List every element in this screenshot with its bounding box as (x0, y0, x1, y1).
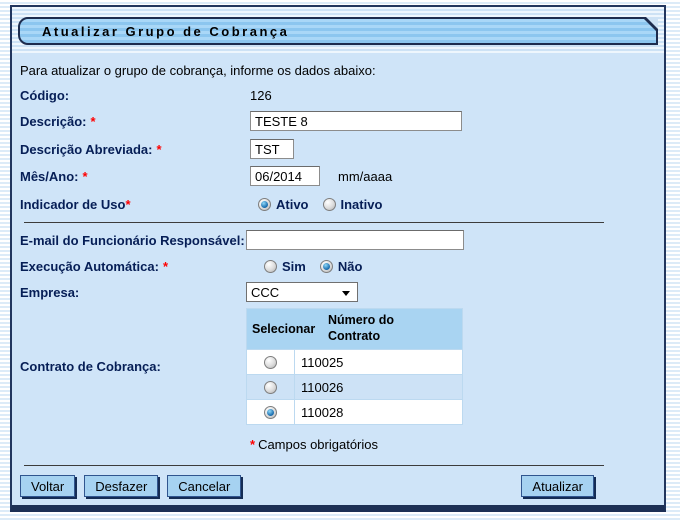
action-bar: Voltar Desfazer Cancelar Atualizar (20, 475, 656, 497)
required-asterisk: * (156, 142, 161, 157)
dropdown-arrow-icon (342, 291, 350, 296)
row-codigo: Código: 126 (20, 86, 656, 104)
execucao-automatica-radio-group: Sim Não (264, 259, 376, 274)
main-panel: Atualizar Grupo de Cobrança Para atualiz… (10, 5, 666, 512)
mes-ano-format-hint: mm/aaaa (338, 169, 392, 184)
col-header-numero-contrato: Número do Contrato (324, 311, 427, 346)
table-row: 110026 (247, 374, 462, 399)
atualizar-button[interactable]: Atualizar (521, 475, 594, 497)
radio-nao[interactable] (320, 260, 333, 273)
row-execucao-automatica: Execução Automática:* Sim Não (20, 257, 656, 275)
indicador-uso-radio-group: Ativo Inativo (258, 197, 396, 212)
row-mes-ano: Mês/Ano:* mm/aaaa (20, 166, 656, 186)
row-descricao-abreviada: Descrição Abreviada:* (20, 139, 656, 159)
contratos-table-header: Selecionar Número do Contrato (247, 309, 462, 349)
radio-contrato-110025[interactable] (264, 356, 277, 369)
required-asterisk: * (125, 197, 130, 212)
row-empresa: Empresa: CCC (20, 282, 656, 302)
empresa-selected-value: CCC (251, 285, 279, 300)
mes-ano-input[interactable] (250, 166, 320, 186)
required-asterisk: * (250, 437, 255, 452)
radio-inativo-label: Inativo (341, 197, 383, 212)
row-descricao: Descrição:* (20, 111, 656, 131)
radio-inativo[interactable] (323, 198, 336, 211)
descricao-label: Descrição:* (20, 114, 250, 129)
descricao-input[interactable] (250, 111, 462, 131)
col-header-selecionar: Selecionar (247, 320, 324, 338)
empresa-select[interactable]: CCC (246, 282, 358, 302)
form-area: Para atualizar o grupo de cobrança, info… (12, 63, 664, 466)
execucao-automatica-label: Execução Automática:* (20, 259, 250, 274)
descricao-abreviada-label: Descrição Abreviada:* (20, 142, 250, 157)
desfazer-button[interactable]: Desfazer (84, 475, 158, 497)
intro-text: Para atualizar o grupo de cobrança, info… (20, 63, 656, 78)
radio-sim[interactable] (264, 260, 277, 273)
radio-ativo-label: Ativo (276, 197, 309, 212)
header-zone: Atualizar Grupo de Cobrança (12, 7, 664, 53)
contrato-label: Contrato de Cobrança: (20, 359, 250, 374)
row-indicador-uso: Indicador de Uso* Ativo Inativo (20, 195, 656, 213)
contract-number: 110026 (295, 375, 462, 399)
contratos-table: Selecionar Número do Contrato 110025 110… (246, 308, 463, 425)
radio-contrato-110028[interactable] (264, 406, 277, 419)
required-asterisk: * (83, 169, 88, 184)
radio-ativo[interactable] (258, 198, 271, 211)
titlebar: Atualizar Grupo de Cobrança (18, 17, 658, 45)
descricao-abreviada-input[interactable] (250, 139, 294, 159)
contract-number: 110025 (295, 350, 462, 374)
empresa-label: Empresa: (20, 285, 250, 300)
required-asterisk: * (90, 114, 95, 129)
row-email: E-mail do Funcionário Responsável: (20, 230, 656, 250)
section-divider (24, 465, 604, 466)
page-title: Atualizar Grupo de Cobrança (20, 24, 289, 39)
indicador-uso-label: Indicador de Uso* (20, 197, 250, 212)
codigo-label: Código: (20, 88, 250, 103)
email-input[interactable] (246, 230, 464, 250)
email-label: E-mail do Funcionário Responsável: (20, 233, 250, 248)
required-fields-note: *Campos obrigatórios (250, 437, 656, 452)
contract-number: 110028 (295, 400, 462, 424)
cancelar-button[interactable]: Cancelar (167, 475, 241, 497)
table-row: 110028 (247, 399, 462, 424)
required-asterisk: * (163, 259, 168, 274)
section-divider (24, 222, 604, 223)
row-contrato: Contrato de Cobrança: Selecionar Número … (20, 308, 656, 425)
codigo-value: 126 (250, 88, 272, 103)
voltar-button[interactable]: Voltar (20, 475, 75, 497)
mes-ano-label: Mês/Ano:* (20, 169, 250, 184)
radio-sim-label: Sim (282, 259, 306, 274)
radio-nao-label: Não (338, 259, 363, 274)
radio-contrato-110026[interactable] (264, 381, 277, 394)
table-row: 110025 (247, 349, 462, 374)
